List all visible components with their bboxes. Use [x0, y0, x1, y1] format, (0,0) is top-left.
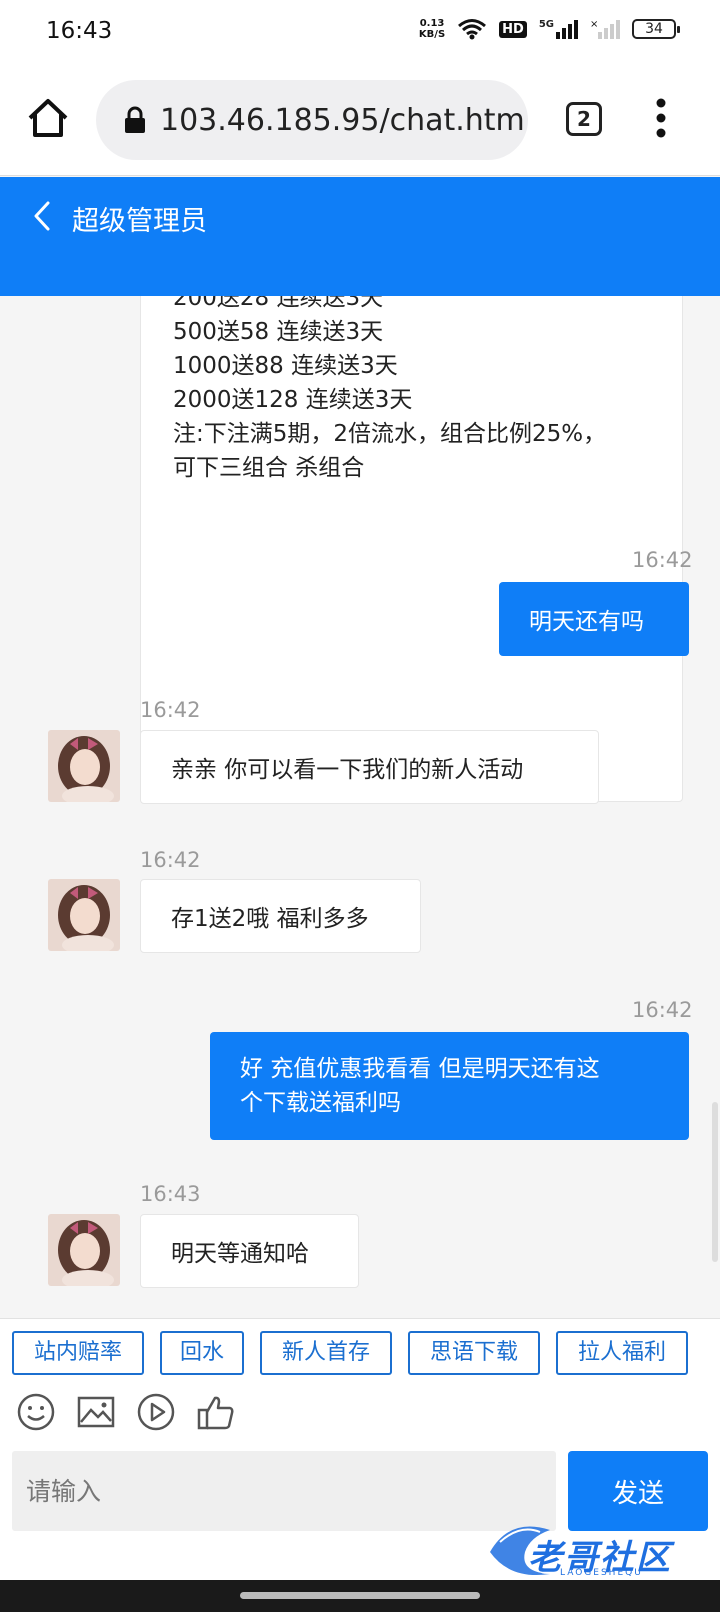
quick-reply-odds[interactable]: 站内赔率 — [12, 1331, 144, 1375]
avatar-image — [48, 1214, 120, 1286]
status-icons: 0.13 KB/S HD 5G × 34 — [419, 18, 680, 40]
signal-5g: 5G — [539, 19, 578, 39]
avatar[interactable] — [48, 879, 120, 951]
emoji-icon[interactable] — [16, 1392, 56, 1432]
hd-badge: HD — [499, 20, 527, 38]
message-text: 存1送2哦 福利多多 — [171, 906, 369, 932]
chat-header: 超级管理员 — [0, 177, 720, 296]
browser-toolbar: 103.46.185.95/chat.htm 2 — [0, 62, 720, 176]
tab-switcher-button[interactable]: 2 — [566, 102, 602, 136]
scrollbar[interactable] — [712, 1102, 718, 1262]
message-list[interactable]: 200送28 连续送3天 500送58 连续送3天 1000送88 连续送3天 … — [0, 296, 720, 1318]
quick-reply-download[interactable]: 思语下载 — [408, 1331, 540, 1375]
message-time: 16:42 — [140, 698, 201, 722]
message-time: 16:43 — [140, 1182, 201, 1206]
message-text: 明天等通知哈 — [171, 1241, 309, 1267]
svg-text:×: × — [590, 19, 598, 30]
home-gesture-handle[interactable] — [240, 1592, 480, 1599]
avatar[interactable] — [48, 1214, 120, 1286]
network-type-label: 5G — [538, 19, 554, 30]
address-bar[interactable]: 103.46.185.95/chat.htm — [96, 80, 528, 160]
message-line: 1000送88 连续送3天 — [173, 353, 398, 379]
image-icon[interactable] — [76, 1392, 116, 1432]
message-bubble-incoming: 明天等通知哈 — [140, 1214, 359, 1288]
message-time: 16:42 — [632, 998, 693, 1022]
thumbs-up-icon[interactable] — [196, 1392, 236, 1432]
signal-strength-icon — [556, 20, 578, 39]
avatar-image — [48, 730, 120, 802]
message-time: 16:42 — [140, 848, 201, 872]
message-bubble-outgoing: 明天还有吗 — [499, 582, 689, 656]
signal-empty-icon: × — [590, 19, 620, 39]
url-text: 103.46.185.95/chat.htm — [160, 102, 525, 138]
chat-title: 超级管理员 — [72, 206, 207, 237]
network-speed-value: 0.13 — [419, 18, 445, 29]
lock-icon — [125, 106, 145, 133]
message-line: 注:下注满5期，2倍流水，组合比例25%， — [173, 421, 607, 447]
message-line: 500送58 连续送3天 — [173, 319, 384, 345]
message-line: 好 充值优惠我看看 但是明天还有这 — [240, 1056, 600, 1082]
home-icon[interactable] — [26, 96, 70, 140]
message-bubble-incoming: 存1送2哦 福利多多 — [140, 879, 421, 953]
message-input[interactable] — [12, 1451, 556, 1531]
more-menu-icon[interactable] — [655, 98, 667, 138]
network-speed-unit: KB/S — [418, 29, 446, 40]
message-bubble-outgoing: 好 充值优惠我看看 但是明天还有这 个下载送福利吗 — [210, 1032, 689, 1140]
video-play-icon[interactable] — [136, 1392, 176, 1432]
status-time: 16:43 — [46, 18, 113, 44]
battery-icon: 34 — [632, 19, 680, 39]
message-bubble-incoming: 亲亲 你可以看一下我们的新人活动 — [140, 730, 599, 804]
avatar-image — [48, 879, 120, 951]
watermark-subtext: LAOGESHEQU — [560, 1568, 643, 1578]
system-navigation-bar — [0, 1580, 720, 1612]
message-bubble-incoming: 200送28 连续送3天 500送58 连续送3天 1000送88 连续送3天 … — [140, 296, 683, 802]
message-line: 个下载送福利吗 — [240, 1090, 401, 1116]
quick-reply-first-deposit[interactable]: 新人首存 — [260, 1331, 392, 1375]
message-line: 可下三组合 杀组合 — [173, 455, 365, 481]
message-time: 16:42 — [632, 548, 693, 572]
message-line: 200送28 连续送3天 — [173, 296, 384, 311]
avatar[interactable] — [48, 730, 120, 802]
network-speed: 0.13 KB/S — [419, 18, 445, 40]
quick-reply-referral[interactable]: 拉人福利 — [556, 1331, 688, 1375]
message-line: 2000送128 连续送3天 — [173, 387, 413, 413]
quick-reply-rebate[interactable]: 回水 — [160, 1331, 244, 1375]
message-text: 明天还有吗 — [529, 609, 644, 635]
message-text: 亲亲 你可以看一下我们的新人活动 — [171, 757, 524, 783]
status-bar: 16:43 0.13 KB/S HD 5G × 34 — [0, 0, 720, 62]
wifi-icon — [458, 19, 487, 40]
back-arrow-icon[interactable] — [30, 199, 54, 233]
